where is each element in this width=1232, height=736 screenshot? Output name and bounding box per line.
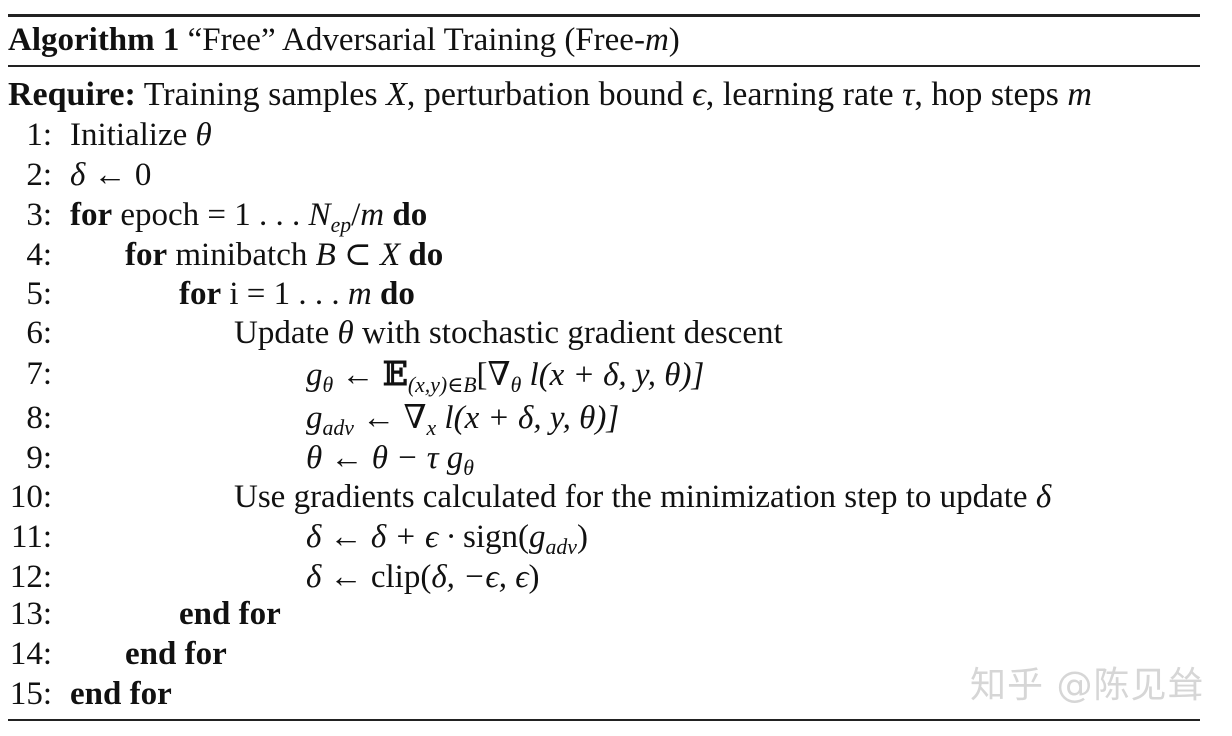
- step-math: (x + δ, y, θ)]: [453, 400, 620, 436]
- subscript: θ: [322, 372, 334, 397]
- keyword-for: for: [179, 276, 222, 312]
- step-math: B: [315, 237, 336, 273]
- step-text: ): [528, 559, 540, 595]
- keyword-end-for: end for: [70, 676, 172, 712]
- require-var: τ: [902, 76, 915, 113]
- keyword-do: do: [371, 276, 415, 312]
- require-text: , perturbation bound: [406, 76, 693, 113]
- step-math: δ: [306, 559, 322, 595]
- line-number: 6:: [26, 315, 52, 351]
- step-math: θ: [195, 117, 212, 153]
- step-text: i = 1 . . .: [221, 276, 348, 312]
- algorithm-title-close: ): [668, 22, 680, 58]
- header-rule: [8, 65, 1200, 67]
- step-text: ← 0: [85, 157, 152, 193]
- algorithm-title-text: “Free” Adversarial Training (Free-: [187, 22, 645, 58]
- bottom-rule: [8, 719, 1200, 721]
- step-math: g: [306, 400, 323, 436]
- algorithm-title: Algorithm 1 “Free” Adversarial Training …: [8, 18, 680, 62]
- subscript: (x,y)∈B: [407, 372, 477, 397]
- step-text: [∇: [476, 357, 511, 393]
- step-math: δ, −ϵ, ϵ: [431, 559, 529, 595]
- line-number: 14:: [9, 636, 52, 672]
- step-text: minibatch: [167, 237, 316, 273]
- step-math: l: [436, 400, 454, 436]
- step-math: δ: [306, 519, 322, 555]
- step-text: Use gradients calculated for the minimiz…: [234, 479, 1036, 515]
- step-math: g: [529, 519, 546, 555]
- keyword-end-for: end for: [179, 596, 281, 632]
- line-number: 1:: [26, 117, 52, 153]
- step-math: δ + ϵ ·: [370, 519, 463, 555]
- step-text: Update: [234, 315, 338, 351]
- line-number: 13:: [9, 596, 52, 632]
- step-math: X: [379, 237, 401, 273]
- line-number: 11:: [11, 519, 52, 555]
- subscript: ep: [330, 212, 352, 237]
- subscript: x: [426, 415, 437, 440]
- keyword-for: for: [70, 197, 113, 233]
- line-number: 2:: [26, 157, 52, 193]
- subscript: adv: [545, 534, 577, 559]
- algorithm-title-var: m: [644, 22, 669, 58]
- step-math: θ: [337, 315, 354, 351]
- keyword-do: do: [400, 237, 444, 273]
- keyword-do: do: [384, 197, 428, 233]
- step-math: δ: [70, 157, 86, 193]
- step-text: ⊂: [335, 237, 380, 273]
- step-text: with stochastic gradient descent: [353, 315, 783, 351]
- step-text: /: [351, 197, 361, 233]
- line-number: 10:: [9, 479, 52, 515]
- step-text: ←: [333, 357, 383, 393]
- subscript: adv: [322, 415, 354, 440]
- require-var: ϵ: [692, 76, 706, 113]
- step-text: ∇: [403, 400, 427, 436]
- line-number: 3:: [26, 197, 52, 233]
- step-text: ←: [321, 559, 371, 595]
- step-math: θ: [306, 440, 323, 476]
- line-number: 15:: [9, 676, 52, 712]
- require-line: Require: Training samples X, perturbatio…: [8, 74, 1092, 116]
- step-text: clip(: [370, 559, 432, 595]
- require-text: Training samples: [143, 76, 387, 113]
- step-text: ←: [322, 440, 372, 476]
- step-math: m: [360, 197, 385, 233]
- step-math: N: [308, 197, 331, 233]
- step-text: ←: [353, 400, 404, 436]
- step-math: l: [521, 357, 539, 393]
- require-var: X: [386, 76, 407, 113]
- keyword-for: for: [125, 237, 168, 273]
- subscript: θ: [510, 372, 522, 397]
- line-number: 5:: [26, 276, 52, 312]
- step-math: m: [347, 276, 372, 312]
- keyword-end-for: end for: [125, 636, 227, 672]
- step-math: θ − τ g: [371, 440, 464, 476]
- require-var: m: [1067, 76, 1092, 113]
- step-math: g: [306, 357, 323, 393]
- require-keyword: Require:: [8, 76, 136, 113]
- require-text: , learning rate: [705, 76, 903, 113]
- line-number: 7:: [26, 356, 52, 392]
- step-text: ): [576, 519, 588, 555]
- line-number: 9:: [26, 440, 52, 476]
- step-text: ←: [321, 519, 371, 555]
- watermark: 知乎 @陈见耸: [970, 665, 1205, 706]
- step-math: δ: [1035, 479, 1052, 515]
- expectation-symbol: 𝔼: [382, 354, 408, 393]
- step-text: Initialize: [70, 117, 196, 153]
- step-text: epoch = 1 . . .: [112, 197, 309, 233]
- step-text: sign(: [463, 519, 529, 555]
- step-math: (x + δ, y, θ)]: [538, 357, 705, 393]
- line-number: 12:: [9, 559, 52, 595]
- top-rule: [8, 14, 1200, 17]
- algorithm-label: Algorithm 1: [8, 22, 180, 58]
- line-number: 4:: [26, 237, 52, 273]
- require-text: , hop steps: [914, 76, 1068, 113]
- line-number: 8:: [26, 400, 52, 436]
